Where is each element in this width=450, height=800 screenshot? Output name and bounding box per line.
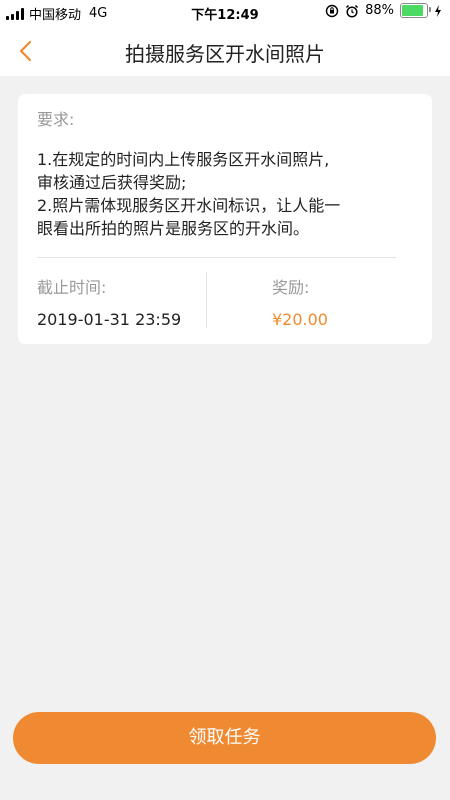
divider (37, 257, 396, 258)
status-bar: 中国移动 4G 下午12:49 88% (0, 0, 450, 26)
battery-icon (400, 3, 431, 18)
vertical-divider (206, 272, 207, 328)
requirements-label: 要求: (37, 110, 75, 129)
nav-bar: 拍摄服务区开水间照片 (0, 26, 450, 76)
battery-percent: 88% (365, 3, 394, 18)
deadline-value: 2019-01-31 23:59 (37, 310, 182, 329)
deadline-label: 截止时间: (37, 278, 107, 297)
rotation-lock-icon (325, 4, 339, 17)
page-title: 拍摄服务区开水间照片 (125, 42, 325, 66)
status-right: 88% (325, 3, 442, 18)
accept-task-button[interactable]: 领取任务 (13, 712, 436, 764)
battery-level (402, 5, 424, 16)
reward-label: 奖励: (272, 278, 310, 297)
task-card: 要求: 1.在规定的时间内上传服务区开水间照片, 审核通过后获得奖励; 2.照片… (18, 94, 432, 344)
charging-icon (435, 4, 441, 17)
alarm-icon (346, 4, 359, 18)
screen: 中国移动 4G 下午12:49 88% 拍摄服务区开水间照片 要求: 1.在规定… (0, 0, 450, 800)
reward-value: ¥20.00 (272, 310, 328, 329)
requirements-text: 1.在规定的时间内上传服务区开水间照片, 审核通过后获得奖励; 2.照片需体现服… (37, 150, 341, 238)
